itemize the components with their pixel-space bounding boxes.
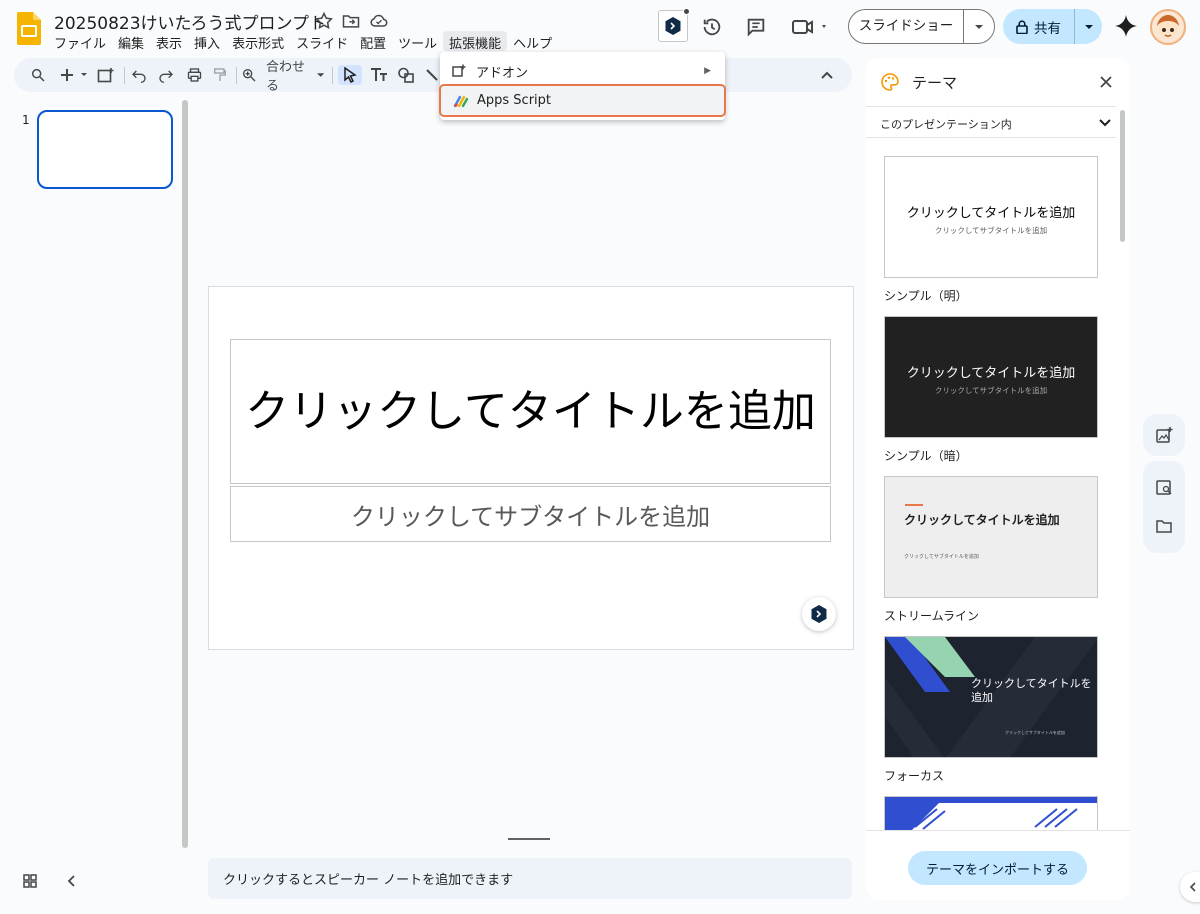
slide-title-placeholder[interactable]: クリックしてタイトルを追加 — [230, 339, 831, 484]
extensions-menu: アドオン ▶ Apps Script — [439, 52, 726, 120]
import-theme-button[interactable]: テーマをインポートする — [908, 851, 1087, 885]
menu-view[interactable]: 表示 — [150, 31, 188, 52]
theme-filter-label: このプレゼンテーション内 — [880, 118, 1012, 131]
rail-add-image-button[interactable] — [1143, 414, 1185, 456]
undo-icon[interactable] — [130, 65, 148, 85]
speaker-notes[interactable]: クリックするとスピーカー ノートを追加できます — [208, 858, 852, 899]
menu-bar: ファイル 編集 表示 挿入 表示形式 スライド 配置 ツール 拡張機能 ヘルプ — [48, 31, 558, 52]
theme-filter-select[interactable]: このプレゼンテーション内 — [866, 106, 1116, 138]
share-button[interactable]: 共有 — [1003, 9, 1102, 44]
menu-extensions[interactable]: 拡張機能 — [443, 31, 508, 52]
folder-icon[interactable] — [1155, 517, 1173, 535]
slideshow-label[interactable]: スライドショー — [849, 10, 964, 43]
theme-thumbnail[interactable]: クリックしてタイトルを追加 クリックしてサブタイトルを追加 — [884, 316, 1098, 438]
theme-panel-scrollbar[interactable] — [1120, 110, 1125, 242]
apps-script-icon — [453, 95, 469, 107]
image-search-icon[interactable] — [1155, 479, 1173, 497]
shape-icon[interactable] — [396, 65, 416, 85]
grid-view-icon[interactable] — [22, 873, 40, 891]
menu-item-apps-script[interactable]: Apps Script — [439, 84, 726, 117]
slide-thumbnail[interactable] — [37, 110, 173, 189]
theme-focus[interactable]: クリックしてタイトルを 追加 クリックしてサブタイトルを追加 フォーカス — [884, 636, 1100, 784]
rail-group — [1143, 461, 1185, 553]
star-icon[interactable] — [314, 11, 334, 31]
close-icon[interactable] — [1098, 74, 1114, 90]
theme-name: シンプル（明） — [884, 289, 968, 303]
paint-format-icon[interactable] — [210, 65, 230, 85]
apps-script-label: Apps Script — [477, 93, 552, 108]
meet-video-button[interactable] — [788, 11, 832, 43]
addons-label: アドオン — [476, 65, 529, 81]
theme-name: ストリームライン — [884, 609, 980, 623]
menu-arrange[interactable]: 配置 — [354, 31, 392, 52]
avatar[interactable] — [1150, 9, 1186, 45]
select-tool-icon[interactable] — [338, 65, 362, 85]
cloud-saved-icon[interactable] — [369, 11, 389, 31]
new-slide-layout-icon[interactable] — [96, 65, 116, 85]
palette-icon — [880, 72, 900, 92]
menu-file[interactable]: ファイル — [48, 31, 112, 52]
slide-subtitle-placeholder[interactable]: クリックしてサブタイトルを追加 — [230, 486, 831, 542]
theme-panel: テーマ このプレゼンテーション内 クリックしてタイトルを追加 クリックしてサブタ… — [866, 58, 1130, 900]
theme-name: フォーカス — [884, 769, 945, 783]
gemini-icon[interactable] — [1114, 14, 1138, 38]
move-folder-icon[interactable] — [341, 11, 361, 31]
notification-dot — [683, 8, 690, 15]
zoom-label: 合わせる — [266, 60, 306, 94]
submenu-arrow-icon: ▶ — [704, 66, 711, 76]
zoom-select[interactable]: 合わせる — [266, 60, 324, 94]
toolbar: 合わせる — [14, 58, 852, 94]
collapse-toolbar-icon[interactable] — [818, 65, 836, 85]
deepl-extension-icon[interactable] — [658, 8, 690, 42]
print-icon[interactable] — [184, 65, 204, 85]
addons-icon — [452, 64, 466, 77]
menu-help[interactable]: ヘルプ — [507, 31, 558, 52]
version-history-icon[interactable] — [696, 11, 728, 43]
slide-number: 1 — [22, 113, 30, 127]
share-dropdown-icon[interactable] — [1075, 24, 1102, 30]
line-tool-icon[interactable] — [424, 65, 440, 85]
theme-panel-footer: テーマをインポートする — [866, 830, 1130, 900]
collapse-filmstrip-icon[interactable] — [64, 873, 82, 891]
theme-thumbnail[interactable]: クリックしてタイトルを追加 クリックしてサブタイトルを追加 — [884, 476, 1098, 598]
theme-thumbnail[interactable]: クリックしてタイトルを追加 クリックしてサブタイトルを追加 — [884, 156, 1098, 278]
menu-item-addons[interactable]: アドオン ▶ — [440, 58, 725, 84]
menu-format[interactable]: 表示形式 — [226, 31, 290, 52]
lock-icon — [1016, 19, 1028, 34]
menu-tools[interactable]: ツール — [392, 31, 443, 52]
menu-insert[interactable]: 挿入 — [188, 31, 226, 52]
slides-logo-icon[interactable] — [17, 12, 41, 45]
redo-icon[interactable] — [157, 65, 175, 85]
chevron-down-icon — [1099, 119, 1111, 127]
theme-name: シンプル（暗） — [884, 449, 968, 463]
notes-resize-handle[interactable] — [508, 838, 550, 840]
search-menus-icon[interactable] — [28, 65, 48, 85]
theme-streamline[interactable]: クリックしてタイトルを追加 クリックしてサブタイトルを追加 ストリームライン — [884, 476, 1100, 624]
comments-icon[interactable] — [740, 11, 772, 43]
filmstrip-scrollbar[interactable] — [182, 100, 188, 848]
theme-simple-dark[interactable]: クリックしてタイトルを追加 クリックしてサブタイトルを追加 シンプル（暗） — [884, 316, 1100, 464]
menu-edit[interactable]: 編集 — [112, 31, 150, 52]
accent-line — [905, 504, 923, 506]
new-slide-button[interactable] — [58, 65, 90, 85]
expand-side-panel-icon[interactable] — [1180, 872, 1200, 902]
slideshow-button[interactable]: スライドショー — [848, 9, 995, 44]
theme-simple-light[interactable]: クリックしてタイトルを追加 クリックしてサブタイトルを追加 シンプル（明） — [884, 156, 1100, 304]
text-box-icon[interactable] — [368, 65, 390, 85]
add-image-icon — [1156, 427, 1173, 443]
zoom-icon[interactable] — [240, 65, 258, 85]
menu-slide[interactable]: スライド — [290, 31, 354, 52]
theme-thumbnail[interactable]: クリックしてタイトルを 追加 クリックしてサブタイトルを追加 — [884, 636, 1098, 758]
deepl-floating-icon[interactable] — [802, 597, 836, 631]
theme-panel-title: テーマ — [912, 74, 958, 92]
share-label: 共有 — [1034, 20, 1061, 37]
slideshow-dropdown-icon[interactable] — [964, 24, 994, 30]
